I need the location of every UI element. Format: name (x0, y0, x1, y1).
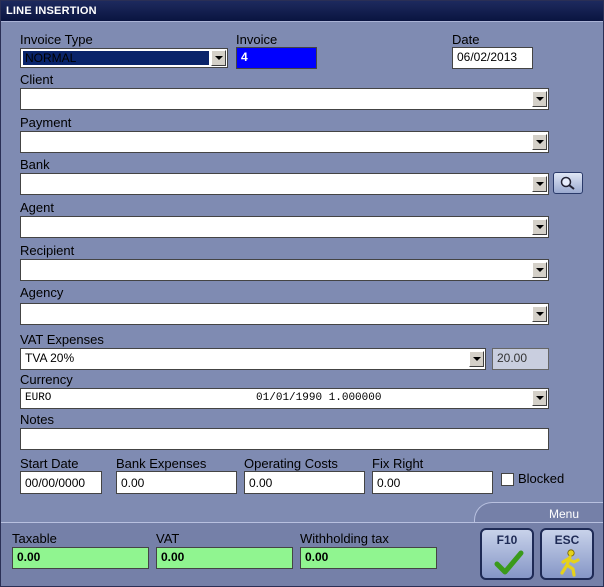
withholding-tax-field: 0.00 (300, 547, 437, 569)
date-field[interactable]: 06/02/2013 (452, 47, 533, 69)
currency-label: Currency (20, 372, 73, 387)
magnifier-icon (560, 176, 575, 190)
currency-dropdown-button[interactable] (532, 390, 547, 406)
vat-expenses-dropdown-button[interactable] (469, 351, 484, 367)
bank-dropdown-button[interactable] (532, 176, 547, 192)
invoice-value: 4 (241, 50, 248, 64)
vat-expenses-value: TVA 20% (25, 351, 75, 365)
payment-label: Payment (20, 115, 72, 130)
vat-rate-field: 20.00 (492, 348, 549, 370)
f10-confirm-button[interactable]: F10 (480, 528, 534, 580)
currency-select[interactable]: EURO 01/01/1990 1.000000 (20, 388, 549, 409)
window-title: LINE INSERTION (6, 5, 97, 17)
menu-label: Menu (548, 507, 579, 521)
invoice-field[interactable]: 4 (236, 47, 317, 69)
agent-select[interactable] (20, 216, 549, 238)
operating-costs-value: 0.00 (249, 476, 273, 490)
client-label: Client (20, 72, 54, 87)
withholding-tax-label: Withholding tax (300, 531, 389, 546)
payment-dropdown-button[interactable] (532, 134, 547, 150)
currency-value: EURO 01/01/1990 1.000000 (25, 392, 382, 404)
withholding-tax-value: 0.00 (305, 550, 329, 564)
title-bar: LINE INSERTION (1, 1, 603, 22)
line-insertion-window: LINE INSERTION Invoice Type NORMAL Invoi… (0, 0, 604, 587)
fix-right-field[interactable]: 0.00 (372, 471, 493, 494)
f10-key-label: F10 (496, 533, 518, 547)
vat-label: VAT (156, 531, 180, 546)
notes-field[interactable] (20, 428, 549, 450)
esc-key-label: ESC (554, 533, 580, 547)
notes-label: Notes (20, 412, 54, 427)
checkmark-icon (494, 550, 524, 575)
bank-expenses-value: 0.00 (121, 476, 145, 490)
esc-cancel-button[interactable]: ESC (540, 528, 594, 580)
bank-expenses-label: Bank Expenses (116, 456, 207, 471)
start-date-label: Start Date (20, 456, 79, 471)
recipient-dropdown-button[interactable] (532, 262, 547, 278)
recipient-select[interactable] (20, 259, 549, 281)
running-man-icon (560, 549, 580, 577)
fix-right-value: 0.00 (377, 476, 401, 490)
agent-dropdown-button[interactable] (532, 219, 547, 235)
recipient-label: Recipient (20, 243, 75, 258)
taxable-field: 0.00 (12, 547, 149, 569)
bank-select[interactable] (20, 173, 549, 195)
bank-search-button[interactable] (553, 172, 583, 194)
agency-select[interactable] (20, 303, 549, 325)
agency-dropdown-button[interactable] (532, 306, 547, 322)
vat-value: 0.00 (161, 550, 185, 564)
agent-label: Agent (20, 200, 54, 215)
taxable-value: 0.00 (17, 550, 41, 564)
vat-expenses-select[interactable]: TVA 20% (20, 348, 486, 370)
invoice-type-label: Invoice Type (20, 32, 93, 47)
vat-field: 0.00 (156, 547, 293, 569)
agency-label: Agency (20, 285, 64, 300)
client-dropdown-button[interactable] (532, 91, 547, 107)
invoice-type-dropdown-button[interactable] (211, 50, 226, 66)
totals-panel: Taxable 0.00 VAT 0.00 Withholding tax 0.… (1, 522, 603, 586)
invoice-type-value: NORMAL (23, 51, 209, 65)
start-date-field[interactable]: 00/00/0000 (20, 471, 102, 494)
fix-right-label: Fix Right (372, 456, 424, 471)
blocked-checkbox[interactable] (501, 473, 514, 486)
operating-costs-field[interactable]: 0.00 (244, 471, 365, 494)
start-date-value: 00/00/0000 (25, 476, 86, 490)
client-select[interactable] (20, 88, 549, 110)
operating-costs-label: Operating Costs (244, 456, 338, 471)
payment-select[interactable] (20, 131, 549, 153)
date-value: 06/02/2013 (457, 50, 518, 64)
blocked-label: Blocked (518, 471, 565, 486)
bank-expenses-field[interactable]: 0.00 (116, 471, 237, 494)
vat-expenses-label: VAT Expenses (20, 332, 104, 347)
invoice-label: Invoice (236, 32, 278, 47)
date-label: Date (452, 32, 480, 47)
invoice-type-select[interactable]: NORMAL (20, 48, 228, 68)
bank-label: Bank (20, 157, 50, 172)
vat-rate-value: 20.00 (497, 351, 528, 365)
taxable-label: Taxable (12, 531, 57, 546)
